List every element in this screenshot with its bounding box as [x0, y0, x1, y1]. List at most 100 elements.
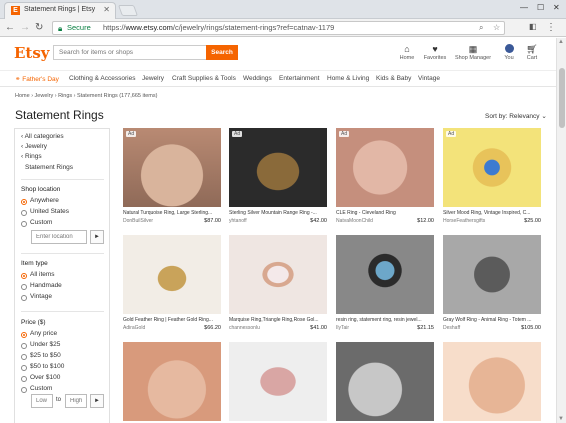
nav-home[interactable]: ⌂ Home	[396, 44, 418, 61]
listing-shop[interactable]: IlyTair	[336, 325, 349, 331]
category-home-living[interactable]: Home & Living	[327, 75, 369, 82]
option-over-100[interactable]: Over $100	[30, 374, 60, 381]
nav-favorites[interactable]: ♥ Favorites	[422, 44, 448, 61]
option-vintage[interactable]: Vintage	[30, 293, 52, 300]
category-clothing[interactable]: Clothing & Accessories	[69, 75, 135, 82]
nav-you[interactable]: You	[499, 44, 519, 61]
listing-title[interactable]: Natural Turquoise Ring, Large Sterling..…	[123, 210, 221, 217]
cat-link-jewelry[interactable]: ‹ Jewelry	[21, 143, 47, 150]
option-anywhere[interactable]: Anywhere	[30, 197, 59, 204]
price-high-input[interactable]	[65, 394, 87, 408]
listing-shop[interactable]: Deshaff	[443, 325, 460, 331]
listing-shop[interactable]: NatvaMoonChild	[336, 218, 373, 224]
category-entertainment[interactable]: Entertainment	[279, 75, 319, 82]
address-bar[interactable]: 🔒︎ Secure https://www.etsy.com/c/jewelry…	[52, 21, 505, 35]
location-go-button[interactable]: ►	[90, 230, 104, 244]
listing-card[interactable]	[443, 342, 541, 421]
listing-title[interactable]: Sterling Silver Mountain Range Ring -...	[229, 210, 327, 217]
scroll-down-icon[interactable]: ▼	[558, 416, 564, 422]
menu-icon[interactable]: ⋮	[546, 22, 556, 33]
listing-shop[interactable]: channessonlu	[229, 325, 260, 331]
listing-card[interactable]	[123, 342, 221, 421]
radio-over-100[interactable]	[21, 376, 27, 382]
price-go-button[interactable]: ►	[90, 394, 104, 408]
listing-image[interactable]	[229, 235, 327, 314]
option-50-to-100[interactable]: $50 to $100	[30, 363, 64, 370]
radio-all-items[interactable]	[21, 273, 27, 279]
option-united-states[interactable]: United States	[30, 208, 69, 215]
category-weddings[interactable]: Weddings	[243, 75, 272, 82]
listing-card[interactable]	[336, 342, 434, 421]
extension-icon[interactable]: ◧	[529, 22, 537, 31]
radio-handmade[interactable]	[21, 284, 27, 290]
scroll-up-icon[interactable]: ▲	[558, 39, 564, 45]
sort-dropdown[interactable]: Sort by: Relevancy ⌄	[485, 112, 547, 120]
listing-card[interactable]: resin ring, statement ring, resin jewel.…	[336, 235, 434, 333]
listing-image[interactable]	[336, 342, 434, 421]
listing-shop[interactable]: HorseFeathersgifts	[443, 218, 485, 224]
nav-cart[interactable]: 🛒︎ Cart	[524, 44, 540, 61]
cat-link-all[interactable]: ‹ All categories	[21, 133, 64, 140]
listing-title[interactable]: CLE Ring - Cleveland Ring	[336, 210, 434, 217]
cat-link-rings[interactable]: ‹ Rings	[21, 153, 42, 160]
listing-image[interactable]	[443, 342, 541, 421]
radio-vintage[interactable]	[21, 295, 27, 301]
listing-image[interactable]	[443, 235, 541, 314]
listing-image[interactable]	[229, 342, 327, 421]
search-button[interactable]: Search	[206, 45, 238, 60]
back-icon[interactable]: ←	[5, 22, 15, 33]
radio-under-25[interactable]	[21, 343, 27, 349]
listing-card[interactable]: Gray Wolf Ring - Animal Ring - Totem ...…	[443, 235, 541, 333]
category-craft-supplies[interactable]: Craft Supplies & Tools	[172, 75, 236, 82]
listing-title[interactable]: Silver Mood Ring, Vintage Inspired, C...	[443, 210, 541, 217]
listing-card[interactable]	[229, 342, 327, 421]
search-icon[interactable]: ⌕	[479, 22, 483, 34]
listing-card[interactable]: Ad Sterling Silver Mountain Range Ring -.…	[229, 128, 327, 226]
listing-shop[interactable]: yhtanoff	[229, 218, 247, 224]
listing-image[interactable]	[123, 235, 221, 314]
radio-custom-location[interactable]	[21, 221, 27, 227]
listing-image[interactable]: Ad	[123, 128, 221, 207]
close-window-icon[interactable]: ✕	[553, 3, 560, 12]
breadcrumb[interactable]: Home › Jewelry › Rings › Statement Rings…	[15, 93, 157, 99]
new-tab-button[interactable]	[117, 5, 139, 16]
option-custom-price[interactable]: Custom	[30, 385, 52, 392]
listing-image[interactable]	[123, 342, 221, 421]
listing-shop[interactable]: AdiraGold	[123, 325, 145, 331]
listing-image[interactable]: Ad	[336, 128, 434, 207]
option-custom-location[interactable]: Custom	[30, 219, 52, 226]
radio-25-to-50[interactable]	[21, 354, 27, 360]
option-handmade[interactable]: Handmade	[30, 282, 62, 289]
radio-united-states[interactable]	[21, 210, 27, 216]
category-fathers-day[interactable]: ⚭ Father's Day	[15, 75, 59, 83]
category-kids-baby[interactable]: Kids & Baby	[376, 75, 411, 82]
listing-title[interactable]: Gray Wolf Ring - Animal Ring - Totem ...	[443, 317, 541, 324]
listing-card[interactable]: Ad Silver Mood Ring, Vintage Inspired, C.…	[443, 128, 541, 226]
nav-shop-manager[interactable]: ▦ Shop Manager	[454, 44, 492, 61]
option-any-price[interactable]: Any price	[30, 330, 57, 337]
category-vintage[interactable]: Vintage	[418, 75, 440, 82]
minimize-icon[interactable]: —	[520, 3, 528, 12]
listing-title[interactable]: resin ring, statement ring, resin jewel.…	[336, 317, 434, 324]
scrollbar-thumb[interactable]	[559, 68, 565, 128]
listing-card[interactable]: Ad CLE Ring - Cleveland Ring NatvaMoonChil…	[336, 128, 434, 226]
price-low-input[interactable]	[31, 394, 53, 408]
listing-card[interactable]: Marquise Ring,Triangle Ring,Rose Gol... c…	[229, 235, 327, 333]
option-25-to-50[interactable]: $25 to $50	[30, 352, 61, 359]
bookmark-star-icon[interactable]: ☆	[493, 22, 500, 34]
category-jewelry[interactable]: Jewelry	[142, 75, 164, 82]
close-tab-icon[interactable]: ✕	[103, 5, 110, 14]
listing-title[interactable]: Marquise Ring,Triangle Ring,Rose Gol...	[229, 317, 327, 324]
radio-custom-price[interactable]	[21, 387, 27, 393]
search-input[interactable]	[53, 45, 206, 60]
reload-icon[interactable]: ↻	[35, 22, 43, 33]
location-input[interactable]	[31, 230, 87, 244]
radio-50-to-100[interactable]	[21, 365, 27, 371]
etsy-logo[interactable]: Etsy	[14, 44, 50, 62]
listing-image[interactable]: Ad	[443, 128, 541, 207]
listing-image[interactable]: Ad	[229, 128, 327, 207]
browser-tab[interactable]: E Statement Rings | Etsy ✕	[4, 2, 116, 19]
page-scrollbar[interactable]: ▲ ▼	[556, 38, 566, 423]
listing-shop[interactable]: DonBuilSilver	[123, 218, 153, 224]
listing-card[interactable]: Gold Feather Ring | Feather Gold Ring...…	[123, 235, 221, 333]
